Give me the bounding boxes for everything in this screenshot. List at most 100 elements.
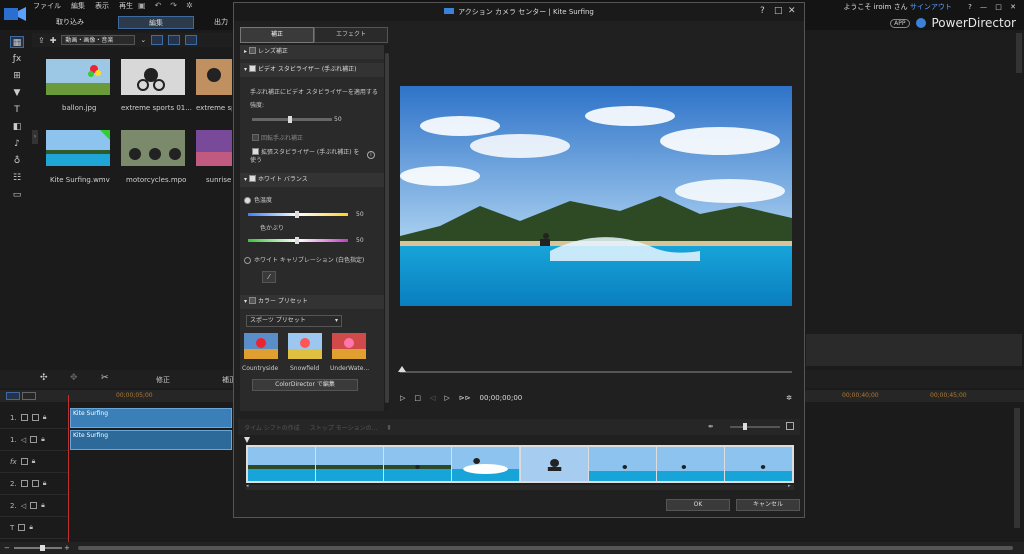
lock-icon[interactable]: 🔒︎ [41,435,45,444]
lock-icon[interactable]: 🔒︎ [43,479,47,488]
redo-icon[interactable]: ↷ [170,1,177,10]
strength-knob[interactable] [288,116,292,123]
panel-scrollbar[interactable] [384,45,390,411]
lock-icon[interactable]: 🔒︎ [29,523,33,532]
color-temp-slider[interactable] [248,211,348,218]
cancel-button[interactable]: キャンセル [736,499,800,511]
help-icon[interactable]: ? [968,3,972,11]
timeline-scrollbar[interactable] [1014,408,1020,528]
white-balance-checkbox[interactable] [249,175,257,182]
app-badge[interactable]: APP [890,18,910,28]
menu-view[interactable]: 表示 [95,0,109,12]
minimize-icon[interactable]: — [980,3,987,11]
calibration-radio[interactable] [244,257,251,264]
film-zoom-button[interactable] [786,422,794,430]
trim-icon[interactable]: ⇹ [708,423,713,430]
menu-play[interactable]: 再生 [119,0,133,12]
thumb-ballon[interactable] [46,59,110,95]
film-zoom-slider[interactable] [730,426,780,428]
track-enable-checkbox[interactable] [30,436,38,443]
chapter-icon[interactable]: ☷ [10,172,24,184]
seek-marker[interactable] [398,366,406,372]
scrollbar[interactable] [1016,33,1022,73]
ok-button[interactable]: OK [666,499,730,511]
title-room-icon[interactable]: T [10,104,24,116]
timeline-tool-icon[interactable]: ✣ [40,373,48,383]
help-icon[interactable]: ? [760,6,765,16]
tint-slider[interactable] [248,237,348,244]
video-clip[interactable]: Kite Surfing [70,408,232,428]
maximize-icon[interactable]: □ [774,6,783,16]
zoom-slider[interactable] [14,547,62,549]
color-preset-checkbox[interactable] [249,297,257,304]
thumb-kite-surfing[interactable] [46,130,110,166]
split-icon[interactable]: ✥ [70,373,78,383]
tab-effect[interactable]: エフェクト [314,27,388,43]
eyedropper-icon[interactable]: ⁄ [262,271,276,283]
scrollbar-thumb[interactable] [385,53,389,403]
track-enable-checkbox[interactable] [31,480,39,487]
tab-capture[interactable]: 取り込み [40,16,100,29]
preset-snowfield[interactable] [288,333,322,359]
undo-icon[interactable]: ↶ [155,1,162,10]
enhanced-checkbox[interactable] [252,148,259,155]
menu-edit[interactable]: 編集 [71,0,85,12]
preset-select[interactable]: スポーツ プリセット ▾ [246,315,342,327]
transition-room-icon[interactable]: ◧ [10,121,24,133]
track-video-icon[interactable] [20,480,28,487]
white-balance-section[interactable]: ▾ ホワイト バランス [240,173,384,187]
horizontal-scrollbar[interactable] [78,546,1013,550]
preset-underwater[interactable] [332,333,366,359]
close-icon[interactable]: ✕ [788,6,796,16]
track-enable-checkbox[interactable] [31,414,39,421]
image-filter-button[interactable] [168,35,181,45]
seek-bar[interactable] [400,371,792,373]
video-filter-button[interactable] [151,35,164,45]
prev-frame-icon[interactable]: ◁ [430,394,435,402]
audio-mix-icon[interactable]: ♪ [10,138,24,150]
fx-room-icon[interactable]: ƒx [10,53,24,65]
audio-clip[interactable]: Kite Surfing [70,430,232,450]
color-preset-section[interactable]: ▾ カラー プリセット [240,295,384,309]
colordirector-edit-button[interactable]: ColorDirector で編集 [252,379,358,391]
audio-icon[interactable]: ◁ [21,502,26,510]
tab-edit[interactable]: 編集 [118,16,194,29]
rotation-option[interactable]: 回転手ぶれ補正 [250,133,303,142]
pip-room-icon[interactable]: ⊞ [10,70,24,82]
media-room-icon[interactable]: ▦ [10,36,24,48]
track-enable-checkbox[interactable] [20,458,28,465]
rotation-checkbox[interactable] [252,134,259,141]
import-icon[interactable]: ⇪ [38,36,45,45]
lock-icon[interactable]: 🔒︎ [43,413,47,422]
track-enable-checkbox[interactable] [30,502,38,509]
stabilizer-section[interactable]: ▾ ビデオ スタビライザー (手ぶれ補正) [240,63,384,77]
filmstrip-scrollbar[interactable]: ◂ ▸ [246,483,794,490]
maximize-icon[interactable]: □ [995,3,1002,11]
save-icon[interactable]: ▣ [138,1,146,10]
calibration-option[interactable]: ホワイト キャリブレーション (白色指定) [244,255,364,264]
lens-correction-section[interactable]: ▸ レンズ補正 [240,45,384,59]
delete-icon[interactable]: ▮ [387,424,390,431]
settings-icon[interactable]: ✲ [786,394,792,402]
track-video-icon[interactable] [20,414,28,421]
thumb-extreme1[interactable] [121,59,185,95]
tab-output[interactable]: 出力 [210,16,232,29]
menu-file[interactable]: ファイル [33,0,61,12]
zoom-slider-knob[interactable] [40,545,45,551]
time-shift-button[interactable]: タイム シフトの作成 [244,423,300,432]
plugin-icon[interactable]: ✚ [50,36,57,45]
account-icon[interactable] [915,18,926,28]
color-temp-option[interactable]: 色温度 [244,195,272,204]
close-icon[interactable]: ✕ [1010,3,1016,11]
color-temp-radio[interactable] [244,197,251,204]
stop-motion-button[interactable]: ストップ モーションの... [310,423,378,432]
scroll-right-icon[interactable]: ▸ [788,483,791,489]
audio-icon[interactable]: ◁ [21,436,26,444]
cut-icon[interactable]: ✂ [101,373,109,383]
voiceover-icon[interactable]: ♁ [10,155,24,167]
settings-icon[interactable]: ✲ [186,1,193,10]
stabilizer-checkbox[interactable] [249,65,257,72]
storyboard-view-button[interactable] [22,392,36,400]
media-filter-select[interactable]: 動画・画像・音楽 [61,35,136,45]
tab-correction[interactable]: 補正 [240,27,314,43]
